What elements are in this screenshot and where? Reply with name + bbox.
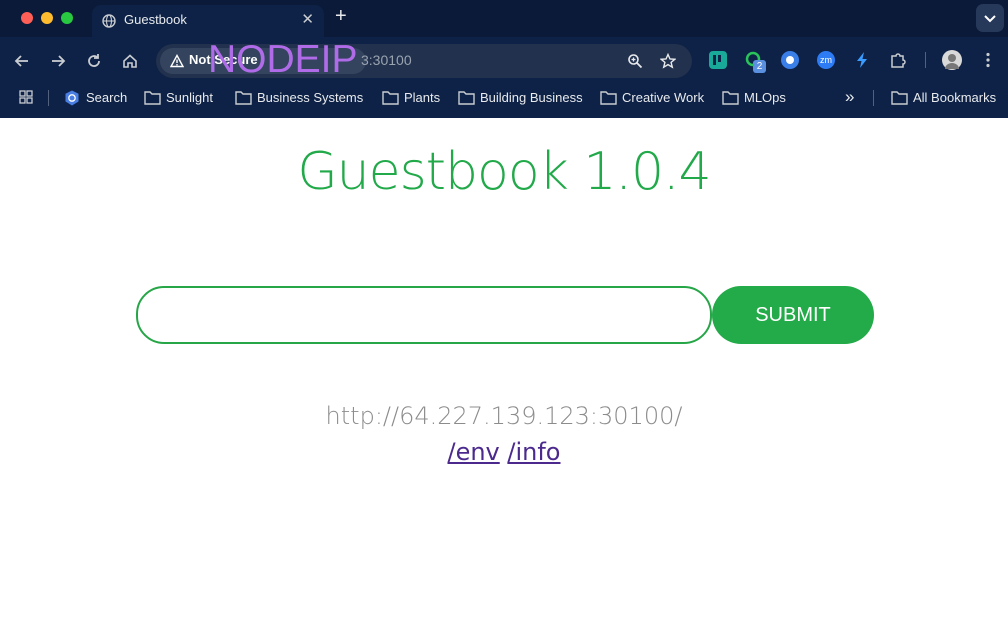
bookmark-label: MLOps: [744, 90, 786, 105]
bars-icon: [713, 55, 721, 65]
folder-icon: [458, 91, 475, 105]
bookmark-label: Building Business: [480, 90, 583, 105]
zoom-extension-icon[interactable]: zm: [817, 51, 835, 69]
env-link[interactable]: /env: [447, 438, 499, 466]
iq-extension-icon[interactable]: [781, 51, 799, 69]
bookmark-label: Business Systems: [257, 90, 364, 105]
profile-icon: [945, 54, 959, 69]
tab-title: Guestbook: [124, 12, 187, 27]
tab-search-button[interactable]: [976, 4, 1004, 32]
page-title: Guestbook 1.0.4: [297, 142, 711, 202]
chevron-down-icon: [984, 15, 996, 23]
bookmarks-overflow-icon[interactable]: »: [845, 87, 854, 107]
bookmarks-divider: [48, 90, 49, 106]
maximize-window-button[interactable]: [61, 12, 73, 24]
tab-strip: Guestbook ✕ +: [0, 0, 1008, 37]
browser-chrome: Guestbook ✕ + Not Secure 3:30100 NODEIP …: [0, 0, 1008, 118]
home-icon[interactable]: [121, 52, 139, 70]
warning-icon: [170, 54, 184, 68]
folder-icon: [235, 91, 252, 105]
bookmark-label: Plants: [404, 90, 441, 105]
folder-icon: [382, 91, 399, 105]
bookmark-star-icon[interactable]: [660, 53, 676, 69]
new-tab-button[interactable]: +: [335, 5, 347, 28]
info-link[interactable]: /info: [507, 438, 560, 466]
nodeip-overlay: NODEIP: [208, 38, 358, 81]
more-menu-icon[interactable]: [979, 51, 997, 69]
page-links: /env /info: [0, 438, 1008, 466]
folder-icon: [600, 91, 617, 105]
toolbar-divider: [925, 52, 926, 68]
bookmarks-divider: [873, 90, 874, 106]
bookmark-label: Creative Work: [622, 90, 705, 105]
extension-badge: 2: [753, 60, 766, 73]
back-icon[interactable]: [13, 52, 31, 70]
host-address: http://64.227.139.123:30100/: [325, 402, 683, 430]
guestbook-entry-input[interactable]: [136, 286, 712, 344]
reload-icon[interactable]: [85, 52, 103, 70]
globe-icon: [102, 14, 116, 28]
avatar[interactable]: [942, 50, 962, 70]
forward-icon[interactable]: [49, 52, 67, 70]
bookmark-label: Sunlight: [166, 90, 213, 105]
folder-icon: [144, 91, 161, 105]
sync-extension-icon[interactable]: 2: [745, 51, 766, 73]
lightning-icon[interactable]: [853, 51, 871, 69]
folder-icon: [722, 91, 739, 105]
kubernetes-icon: [65, 90, 79, 106]
tab-close-icon[interactable]: ✕: [301, 10, 314, 28]
close-window-button[interactable]: [21, 12, 33, 24]
folder-icon: [891, 91, 908, 105]
bookmarks-bar: Search Sunlight Business Systems Plants …: [0, 85, 1008, 111]
iq-icon: [786, 56, 794, 64]
tab-guestbook[interactable]: Guestbook ✕: [92, 5, 324, 37]
submit-button[interactable]: SUBMIT: [712, 286, 874, 344]
extension-icon[interactable]: [709, 51, 727, 69]
bookmark-label: Search: [86, 90, 128, 105]
bookmark-label: All Bookmarks: [913, 90, 997, 105]
apps-grid-icon[interactable]: [19, 90, 33, 104]
minimize-window-button[interactable]: [41, 12, 53, 24]
zoom-icon[interactable]: [627, 53, 643, 69]
puzzle-icon[interactable]: [889, 51, 907, 69]
url-text: 3:30100: [361, 52, 412, 68]
